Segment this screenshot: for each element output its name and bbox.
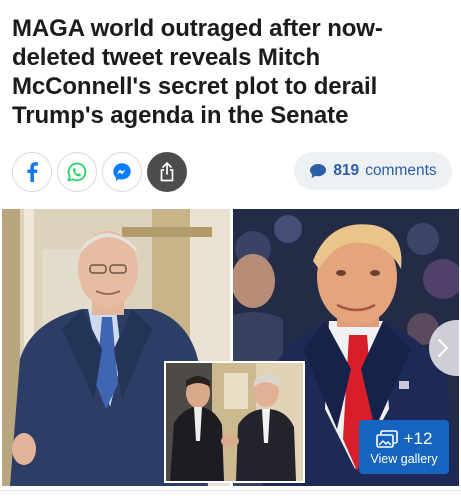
comments-button[interactable]: 819 comments [294,152,452,190]
comments-label: comments [365,162,437,179]
facebook-icon [27,162,38,182]
native-share-button[interactable] [147,152,187,192]
gallery-extra-count: +12 [403,428,433,448]
whatsapp-icon [67,162,87,182]
inset-illustration [166,363,303,481]
chevron-right-icon [437,338,449,358]
gallery-count-row: +12 [375,428,433,449]
whatsapp-share-button[interactable] [57,152,97,192]
speech-bubble-icon [310,164,327,178]
view-gallery-label: View gallery [370,451,438,466]
comments-count: 819 [333,162,360,179]
view-gallery-button[interactable]: +12 View gallery [359,420,449,474]
share-bar: 819 comments [12,152,452,192]
messenger-icon [113,163,131,181]
photo-gallery[interactable]: +12 View gallery [2,209,459,486]
image-stack-icon [375,429,398,448]
share-icon [160,162,174,182]
facebook-share-button[interactable] [12,152,52,192]
article-headline[interactable]: MAGA world outraged after now-deleted tw… [12,14,452,130]
article-card: MAGA world outraged after now-deleted tw… [0,0,461,500]
messenger-share-button[interactable] [102,152,142,192]
card-bottom-divider [0,490,461,491]
inset-photo [164,361,305,483]
